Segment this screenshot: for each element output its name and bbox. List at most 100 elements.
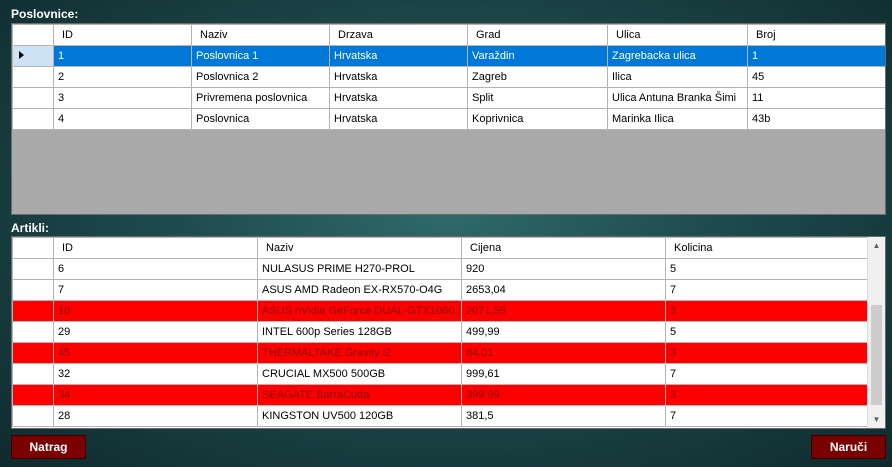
artikli-label: Artikli: bbox=[11, 221, 50, 235]
cell-id[interactable]: 32 bbox=[53, 363, 258, 385]
cell-id[interactable]: 28 bbox=[53, 405, 258, 427]
table-row[interactable]: 2 Poslovnica 2 Hrvatska Zagreb Ilica 45 bbox=[12, 66, 885, 88]
artikli-header-row: ID Naziv Cijena Kolicina bbox=[12, 237, 869, 259]
column-header-naziv[interactable]: Naziv bbox=[257, 237, 462, 259]
cell-grad[interactable]: Koprivnica bbox=[467, 108, 608, 130]
cell-cijena[interactable]: 2071,55 bbox=[461, 300, 666, 322]
cell-naziv[interactable]: CRUCIAL MX500 500GB bbox=[257, 363, 462, 385]
cell-ulica[interactable]: Zagrebacka ulica bbox=[607, 45, 748, 67]
cell-kolicina[interactable]: 7 bbox=[665, 405, 869, 427]
cell-cijena[interactable]: 999,61 bbox=[461, 363, 666, 385]
table-row[interactable]: 3 Privremena poslovnica Hrvatska Split U… bbox=[12, 87, 885, 109]
cell-naziv[interactable]: Poslovnica 1 bbox=[191, 45, 330, 67]
cell-kolicina[interactable]: 7 bbox=[665, 363, 869, 385]
column-header-drzava[interactable]: Drzava bbox=[329, 24, 468, 46]
cell-id[interactable]: 34 bbox=[53, 384, 258, 406]
cell-id[interactable]: 6 bbox=[53, 258, 258, 280]
cell-id[interactable]: 1 bbox=[53, 45, 192, 67]
cell-drzava[interactable]: Hrvatska bbox=[329, 45, 468, 67]
cell-naziv[interactable]: INTEL 600p Series 128GB bbox=[257, 321, 462, 343]
cell-ulica[interactable]: Ilica bbox=[607, 66, 748, 88]
table-row-highlighted[interactable]: 34 SEAGATE BarraCuda 399,99 3 bbox=[12, 384, 869, 406]
cell-id[interactable]: 45 bbox=[53, 342, 258, 364]
cell-cijena[interactable]: 399,99 bbox=[461, 384, 666, 406]
cell-ulica[interactable]: Marinka Ilica bbox=[607, 108, 748, 130]
cell-grad[interactable]: Split bbox=[467, 87, 608, 109]
column-header-id[interactable]: ID bbox=[53, 237, 258, 259]
cell-id[interactable]: 2 bbox=[53, 66, 192, 88]
scroll-thumb[interactable] bbox=[871, 305, 882, 405]
artikli-grid[interactable]: ID Naziv Cijena Kolicina 6 NULASUS PRIME… bbox=[11, 236, 886, 429]
cell-kolicina[interactable]: 3 bbox=[665, 384, 869, 406]
column-header-id[interactable]: ID bbox=[53, 24, 192, 46]
cell-id[interactable]: 29 bbox=[53, 321, 258, 343]
column-header-naziv[interactable]: Naziv bbox=[191, 24, 330, 46]
column-header-cijena[interactable]: Cijena bbox=[461, 237, 666, 259]
cell-naziv[interactable]: Privremena poslovnica bbox=[191, 87, 330, 109]
row-header[interactable] bbox=[12, 363, 54, 385]
scroll-up-icon[interactable]: ▲ bbox=[868, 237, 885, 254]
column-header-ulica[interactable]: Ulica bbox=[607, 24, 748, 46]
row-header[interactable] bbox=[12, 384, 54, 406]
table-row-highlighted[interactable]: 10 ASUS nVidia GeForce DUAL-GTX1060... 2… bbox=[12, 300, 869, 322]
cell-ulica[interactable]: Ulica Antuna Branka Šimi bbox=[607, 87, 748, 109]
cell-id[interactable]: 10 bbox=[53, 300, 258, 322]
table-row[interactable]: 4 Poslovnica Hrvatska Koprivnica Marinka… bbox=[12, 108, 885, 130]
table-row[interactable]: 28 KINGSTON UV500 120GB 381,5 7 bbox=[12, 405, 869, 427]
cell-naziv[interactable]: NULASUS PRIME H270-PROL bbox=[257, 258, 462, 280]
cell-kolicina[interactable]: 5 bbox=[665, 258, 869, 280]
row-header[interactable] bbox=[12, 321, 54, 343]
row-header[interactable] bbox=[12, 300, 54, 322]
vertical-scrollbar[interactable]: ▲ ▼ bbox=[867, 237, 885, 428]
cell-broj[interactable]: 1 bbox=[747, 45, 885, 67]
cell-drzava[interactable]: Hrvatska bbox=[329, 87, 468, 109]
cell-kolicina[interactable]: 3 bbox=[665, 342, 869, 364]
table-row[interactable]: 32 CRUCIAL MX500 500GB 999,61 7 bbox=[12, 363, 869, 385]
cell-cijena[interactable]: 381,5 bbox=[461, 405, 666, 427]
row-header[interactable] bbox=[12, 405, 54, 427]
row-header[interactable] bbox=[12, 258, 54, 280]
column-header-broj[interactable]: Broj bbox=[747, 24, 885, 46]
poslovnice-grid[interactable]: ID Naziv Drzava Grad Ulica Broj 1 Poslov… bbox=[11, 23, 886, 215]
cell-cijena[interactable]: 499,99 bbox=[461, 321, 666, 343]
cell-kolicina[interactable]: 3 bbox=[665, 300, 869, 322]
cell-broj[interactable]: 11 bbox=[747, 87, 885, 109]
cell-id[interactable]: 4 bbox=[53, 108, 192, 130]
cell-broj[interactable]: 45 bbox=[747, 66, 885, 88]
cell-naziv[interactable]: KINGSTON UV500 120GB bbox=[257, 405, 462, 427]
row-header[interactable] bbox=[12, 279, 54, 301]
cell-naziv[interactable]: SEAGATE BarraCuda bbox=[257, 384, 462, 406]
cell-kolicina[interactable]: 5 bbox=[665, 321, 869, 343]
table-row-highlighted[interactable]: 45 THERMALTAKE Gravity i2 84,01 3 bbox=[12, 342, 869, 364]
cell-naziv[interactable]: Poslovnica 2 bbox=[191, 66, 330, 88]
cell-grad[interactable]: Varaždin bbox=[467, 45, 608, 67]
cell-naziv[interactable]: THERMALTAKE Gravity i2 bbox=[257, 342, 462, 364]
order-button[interactable]: Naruči bbox=[811, 435, 886, 459]
cell-naziv[interactable]: ASUS AMD Radeon EX-RX570-O4G bbox=[257, 279, 462, 301]
cell-id[interactable]: 7 bbox=[53, 279, 258, 301]
row-header[interactable] bbox=[12, 66, 54, 88]
back-button[interactable]: Natrag bbox=[11, 435, 86, 459]
row-header[interactable] bbox=[12, 45, 54, 67]
row-header[interactable] bbox=[12, 108, 54, 130]
column-header-grad[interactable]: Grad bbox=[467, 24, 608, 46]
cell-naziv[interactable]: Poslovnica bbox=[191, 108, 330, 130]
cell-drzava[interactable]: Hrvatska bbox=[329, 66, 468, 88]
cell-drzava[interactable]: Hrvatska bbox=[329, 108, 468, 130]
cell-cijena[interactable]: 84,01 bbox=[461, 342, 666, 364]
cell-id[interactable]: 3 bbox=[53, 87, 192, 109]
table-row[interactable]: 7 ASUS AMD Radeon EX-RX570-O4G 2653,04 7 bbox=[12, 279, 869, 301]
scroll-down-icon[interactable]: ▼ bbox=[868, 411, 885, 428]
table-row[interactable]: 29 INTEL 600p Series 128GB 499,99 5 bbox=[12, 321, 869, 343]
column-header-kolicina[interactable]: Kolicina bbox=[665, 237, 869, 259]
cell-broj[interactable]: 43b bbox=[747, 108, 885, 130]
cell-cijena[interactable]: 2653,04 bbox=[461, 279, 666, 301]
cell-kolicina[interactable]: 7 bbox=[665, 279, 869, 301]
cell-grad[interactable]: Zagreb bbox=[467, 66, 608, 88]
row-header[interactable] bbox=[12, 87, 54, 109]
cell-naziv[interactable]: ASUS nVidia GeForce DUAL-GTX1060... bbox=[257, 300, 462, 322]
cell-cijena[interactable]: 920 bbox=[461, 258, 666, 280]
row-header[interactable] bbox=[12, 342, 54, 364]
table-row-selected[interactable]: 1 Poslovnica 1 Hrvatska Varaždin Zagreba… bbox=[12, 45, 885, 67]
table-row[interactable]: 6 NULASUS PRIME H270-PROL 920 5 bbox=[12, 258, 869, 280]
